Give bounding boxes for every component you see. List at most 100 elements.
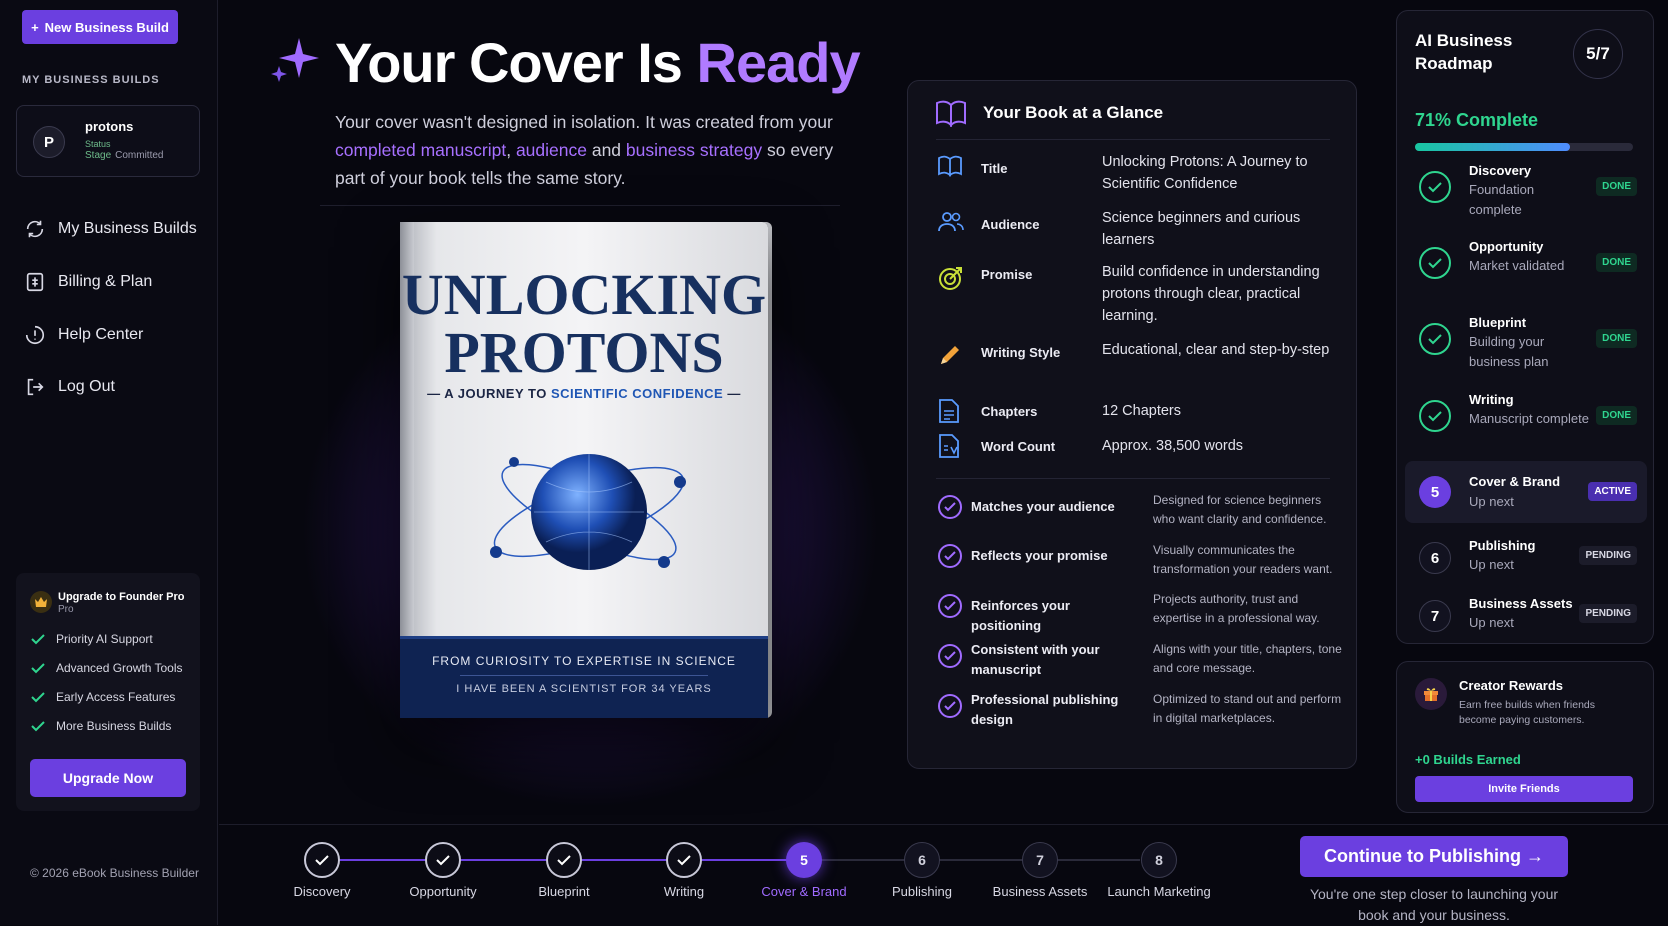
atom-illustration xyxy=(490,454,686,570)
nav-log-out[interactable]: Log Out xyxy=(24,376,115,398)
check-circle-icon xyxy=(938,694,962,718)
check-circle-icon xyxy=(938,594,962,618)
book-title: UNLOCKING PROTONS xyxy=(401,262,767,385)
roadmap-progress-bar xyxy=(1415,143,1633,151)
step-label: Blueprint xyxy=(538,884,590,899)
band-divider xyxy=(460,675,708,676)
roadmap-step[interactable]: Writing Manuscript complete DONE xyxy=(1405,392,1647,452)
book-cover: UNLOCKING PROTONS — A JOURNEY TO SCIENTIF… xyxy=(400,222,768,718)
check-description: Aligns with your title, chapters, tone a… xyxy=(1153,642,1342,675)
divider xyxy=(936,139,1330,140)
check-label: Professional publishing design xyxy=(971,692,1119,727)
step-check-icon[interactable] xyxy=(546,842,582,878)
nav-billing-plan[interactable]: Billing & Plan xyxy=(24,271,152,293)
upgrade-card: Upgrade to Founder Pro Pro Priority AI S… xyxy=(16,573,200,811)
upgrade-subtitle: Pro xyxy=(58,604,74,615)
roadmap-step[interactable]: Blueprint Building your business plan DO… xyxy=(1405,315,1647,375)
logout-icon xyxy=(27,378,44,396)
check-icon xyxy=(31,663,45,674)
project-status-value: Committed xyxy=(115,150,164,161)
divider xyxy=(320,205,840,206)
status-badge: DONE xyxy=(1596,406,1637,425)
project-status-label: Stage xyxy=(85,150,112,161)
upgrade-now-button[interactable]: Upgrade Now xyxy=(30,759,186,797)
check-circle-icon xyxy=(1419,400,1451,432)
book-tagline: FROM CURIOSITY TO EXPERTISE IN SCIENCE xyxy=(432,654,736,668)
glance-heading: Your Book at a Glance xyxy=(983,103,1164,122)
stepper-line-pending xyxy=(792,859,1140,861)
roadmap-step-active[interactable]: 5 Cover & Brand Up next ACTIVE xyxy=(1405,461,1647,523)
step-number[interactable]: 8 xyxy=(1141,842,1177,878)
book-at-a-glance-panel: Your Book at a Glance Title Unlocking Pr… xyxy=(907,80,1357,769)
book-subtitle: — A JOURNEY TO SCIENTIFIC CONFIDENCE — xyxy=(427,386,741,401)
step-label: Opportunity xyxy=(409,884,477,899)
check-description: Designed for science beginners who want … xyxy=(1153,493,1327,526)
roadmap-panel: AI Business Roadmap 5/7 71% Complete Dis… xyxy=(1396,10,1654,644)
pencil-icon xyxy=(941,346,959,364)
step-number[interactable]: 5 xyxy=(786,842,822,878)
status-badge: DONE xyxy=(1596,253,1637,272)
step-check-icon[interactable] xyxy=(666,842,702,878)
refresh-icon xyxy=(26,220,44,238)
section-heading: MY BUSINESS BUILDS xyxy=(22,74,160,86)
check-description: Projects authority, trust and expertise … xyxy=(1153,592,1320,625)
builds-earned: +0 Builds Earned xyxy=(1415,752,1521,767)
new-build-label: New Business Build xyxy=(44,19,169,35)
check-description: Optimized to stand out and perform in di… xyxy=(1153,692,1342,725)
continue-note: You're one step closer to launching your… xyxy=(1309,886,1559,923)
upgrade-feature: Priority AI Support xyxy=(30,631,153,647)
check-circle-icon xyxy=(938,544,962,568)
project-card[interactable]: P protons Status Stage Committed xyxy=(16,105,200,177)
step-check-icon[interactable] xyxy=(425,842,461,878)
step-check-icon[interactable] xyxy=(304,842,340,878)
check-circle-icon xyxy=(938,644,962,668)
project-status: Stage Committed xyxy=(85,150,164,161)
roadmap-step[interactable]: 7 Business Assets Up next PENDING xyxy=(1405,592,1647,642)
check-icon xyxy=(31,692,45,703)
crown-icon xyxy=(30,591,52,613)
project-name: protons xyxy=(85,119,134,134)
link-manuscript[interactable]: completed manuscript xyxy=(335,140,506,160)
book-band: FROM CURIOSITY TO EXPERTISE IN SCIENCE I… xyxy=(400,636,768,718)
check-label: Reflects your promise xyxy=(971,548,1108,563)
check-description: Visually communicates the transformation… xyxy=(1153,543,1333,576)
rewards-title: Creator Rewards xyxy=(1459,678,1564,693)
step-number[interactable]: 6 xyxy=(904,842,940,878)
link-business-strategy[interactable]: business strategy xyxy=(626,140,762,160)
upgrade-title: Upgrade to Founder Pro xyxy=(58,591,185,603)
nav-help-center[interactable]: Help Center xyxy=(24,324,143,346)
intro-text: Your cover wasn't designed in isolation.… xyxy=(335,112,834,188)
status-badge: DONE xyxy=(1596,177,1637,196)
invite-friends-button[interactable]: Invite Friends xyxy=(1415,776,1633,802)
target-icon xyxy=(939,267,962,290)
copyright: © 2026 eBook Business Builder xyxy=(30,866,199,880)
roadmap-step[interactable]: Opportunity Market validated DONE xyxy=(1405,239,1647,299)
step-number[interactable]: 7 xyxy=(1022,842,1058,878)
status-badge: PENDING xyxy=(1579,604,1637,623)
sparkle-icon xyxy=(271,38,319,82)
nav-label: My Business Builds xyxy=(58,220,197,237)
check-circle-icon xyxy=(1419,247,1451,279)
step-number: 7 xyxy=(1419,600,1451,632)
rewards-description: Earn free builds when friends become pay… xyxy=(1459,699,1595,726)
upgrade-feature: Advanced Growth Tools xyxy=(30,660,183,676)
creator-rewards-card: Creator Rewards Earn free builds when fr… xyxy=(1396,661,1654,813)
open-book-icon xyxy=(936,100,966,127)
status-badge: PENDING xyxy=(1579,546,1637,565)
continue-to-publishing-button[interactable]: Continue to Publishing → xyxy=(1300,836,1568,877)
nav-label: Billing & Plan xyxy=(58,273,153,290)
project-status-line: Status xyxy=(85,139,111,149)
link-audience[interactable]: audience xyxy=(516,140,587,160)
sidebar: + New Business Build MY BUSINESS BUILDS … xyxy=(0,0,218,925)
roadmap-step[interactable]: 6 Publishing Up next PENDING xyxy=(1405,534,1647,584)
gift-icon xyxy=(1415,678,1447,710)
nav-my-business-builds[interactable]: My Business Builds xyxy=(24,218,197,240)
new-business-build-button[interactable]: + New Business Build xyxy=(22,10,178,44)
check-label: Consistent with your manuscript xyxy=(971,642,1100,677)
upgrade-feature: More Business Builds xyxy=(30,718,171,734)
roadmap-step[interactable]: Discovery Foundation complete DONE xyxy=(1405,163,1647,223)
document-icon xyxy=(939,399,959,423)
check-label: Matches your audience xyxy=(971,499,1115,514)
project-avatar: P xyxy=(33,126,65,158)
help-icon xyxy=(25,325,45,345)
